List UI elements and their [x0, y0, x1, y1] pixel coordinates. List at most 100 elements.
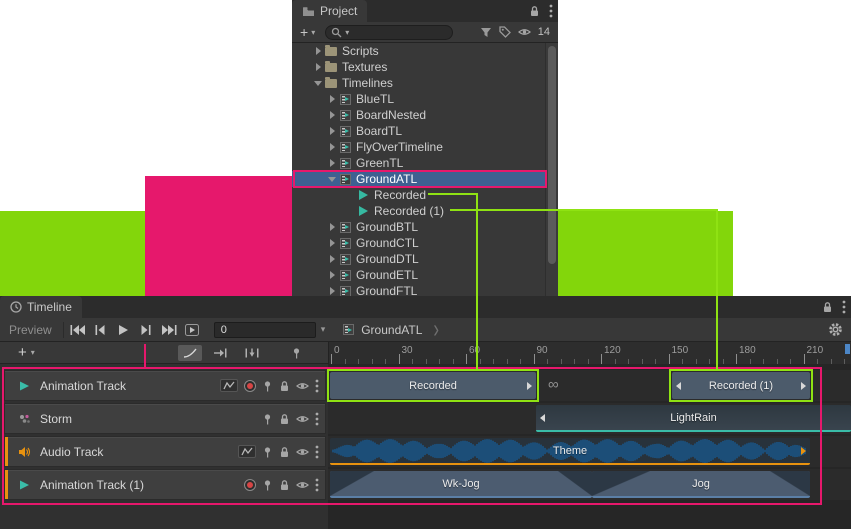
- kebab-menu-icon[interactable]: [315, 379, 319, 393]
- clip-jog[interactable]: Jog: [592, 471, 810, 498]
- kebab-menu-icon[interactable]: [315, 445, 319, 459]
- preview-button[interactable]: Preview: [0, 323, 61, 337]
- chevron-right-icon: ›: [433, 322, 439, 337]
- frame-field[interactable]: 0: [214, 322, 316, 338]
- ruler-tick: [534, 354, 535, 364]
- chevron-right-icon[interactable]: [326, 95, 338, 103]
- eye-icon[interactable]: [296, 447, 309, 457]
- timeline-end-marker[interactable]: [845, 344, 850, 354]
- kebab-menu-icon[interactable]: [315, 478, 319, 492]
- clip-lightrain[interactable]: LightRain: [536, 405, 851, 432]
- curves-toggle-button[interactable]: [220, 379, 238, 392]
- lock-icon[interactable]: [529, 5, 540, 17]
- insert-range-button[interactable]: [240, 345, 264, 361]
- pin-icon[interactable]: [262, 413, 273, 425]
- eye-icon[interactable]: [296, 414, 309, 424]
- clip-theme[interactable]: Theme: [330, 438, 810, 465]
- breadcrumb[interactable]: GroundATL ›: [341, 323, 439, 337]
- tree-item-groundctl[interactable]: GroundCTL: [292, 235, 545, 251]
- chevron-right-icon[interactable]: [326, 223, 338, 231]
- tab-timeline[interactable]: Timeline: [0, 296, 82, 318]
- markers-toggle-button[interactable]: [284, 345, 308, 361]
- ruler-tick: [331, 354, 332, 364]
- tree-item-timelines[interactable]: Timelines: [292, 75, 545, 91]
- tree-item-bluetl[interactable]: BlueTL: [292, 91, 545, 107]
- lock-icon[interactable]: [279, 446, 290, 458]
- prev-frame-button[interactable]: [89, 320, 112, 340]
- tree-item-boardnested[interactable]: BoardNested: [292, 107, 545, 123]
- tree-item-greentl[interactable]: GreenTL: [292, 155, 545, 171]
- tree-item-textures[interactable]: Textures: [292, 59, 545, 75]
- add-track-button[interactable]: +▾: [18, 344, 35, 361]
- eye-icon[interactable]: [296, 480, 309, 490]
- search-input[interactable]: ▾: [325, 25, 453, 40]
- track-header-animation-track-1[interactable]: Animation Track (1): [4, 469, 326, 500]
- timeline-icon: [338, 173, 352, 186]
- gear-icon[interactable]: [828, 322, 843, 337]
- record-button[interactable]: [244, 380, 256, 392]
- search-by-type-icon[interactable]: [480, 27, 492, 38]
- ruler-tick: [399, 354, 400, 364]
- chevron-right-icon[interactable]: [312, 47, 324, 55]
- kebab-menu-icon[interactable]: [549, 4, 553, 18]
- chevron-right-icon[interactable]: [326, 111, 338, 119]
- record-button[interactable]: [244, 479, 256, 491]
- search-by-label-icon[interactable]: [499, 26, 511, 38]
- chevron-right-icon[interactable]: [326, 255, 338, 263]
- tree-item-scripts[interactable]: Scripts: [292, 43, 545, 59]
- curves-toggle-button[interactable]: [238, 445, 256, 458]
- eye-icon[interactable]: [296, 381, 309, 391]
- project-scrollbar[interactable]: [545, 43, 558, 296]
- goto-start-button[interactable]: [66, 320, 89, 340]
- clip-edit-mode-button[interactable]: [208, 345, 232, 361]
- clip-right-arrow-icon: [801, 447, 806, 455]
- chevron-right-icon[interactable]: [312, 63, 324, 71]
- tree-item-flyovertimeline[interactable]: FlyOverTimeline: [292, 139, 545, 155]
- chevron-down-icon[interactable]: [312, 81, 324, 86]
- pin-icon[interactable]: [262, 446, 273, 458]
- goto-end-button[interactable]: [158, 320, 181, 340]
- play-button[interactable]: [112, 320, 135, 340]
- tree-item-boardtl[interactable]: BoardTL: [292, 123, 545, 139]
- tree-item-recorded[interactable]: Recorded: [292, 187, 545, 203]
- tree-item-groundatl[interactable]: GroundATL: [292, 171, 545, 187]
- clip-recorded[interactable]: Recorded: [330, 372, 536, 399]
- track-header-animation-track[interactable]: Animation Track: [4, 370, 326, 401]
- tree-item-grounddtl[interactable]: GroundDTL: [292, 251, 545, 267]
- lock-icon[interactable]: [822, 301, 833, 313]
- chevron-right-icon[interactable]: [326, 287, 338, 295]
- pin-icon[interactable]: [262, 479, 273, 491]
- tree-item-groundbtl[interactable]: GroundBTL: [292, 219, 545, 235]
- clip-right-arrow-icon: [801, 382, 806, 390]
- lock-icon[interactable]: [279, 380, 290, 392]
- clip-wk-jog[interactable]: Wk-Jog: [330, 471, 592, 498]
- track-header-audio-track[interactable]: Audio Track: [4, 436, 326, 467]
- tab-project[interactable]: Project: [292, 0, 367, 22]
- project-scrollbar-thumb[interactable]: [548, 46, 556, 264]
- next-frame-button[interactable]: [135, 320, 158, 340]
- chevron-down-icon[interactable]: [326, 177, 338, 182]
- time-ruler[interactable]: 0306090120150180210: [328, 342, 851, 364]
- chevron-right-icon[interactable]: [326, 143, 338, 151]
- search-icon: [331, 27, 342, 38]
- tree-item-recorded-1[interactable]: Recorded (1): [292, 203, 545, 219]
- kebab-menu-icon[interactable]: [315, 412, 319, 426]
- tree-item-groundetl[interactable]: GroundETL: [292, 267, 545, 283]
- lock-icon[interactable]: [279, 413, 290, 425]
- pin-icon[interactable]: [262, 380, 273, 392]
- play-range-button[interactable]: [181, 320, 204, 340]
- chevron-right-icon[interactable]: [326, 271, 338, 279]
- track-header-storm[interactable]: Storm: [4, 403, 326, 434]
- curves-view-button[interactable]: [178, 345, 202, 361]
- chevron-right-icon[interactable]: [326, 127, 338, 135]
- eye-icon[interactable]: [518, 27, 531, 37]
- tree-item-label: Recorded: [374, 188, 426, 202]
- chevron-down-icon[interactable]: ▾: [321, 324, 326, 335]
- chevron-right-icon[interactable]: [326, 239, 338, 247]
- tree-item-groundftl[interactable]: GroundFTL: [292, 283, 545, 296]
- chevron-right-icon[interactable]: [326, 159, 338, 167]
- add-asset-button[interactable]: +▾: [297, 24, 318, 40]
- lock-icon[interactable]: [279, 479, 290, 491]
- kebab-menu-icon[interactable]: [842, 300, 846, 314]
- clip-recorded-1[interactable]: Recorded (1): [672, 372, 810, 399]
